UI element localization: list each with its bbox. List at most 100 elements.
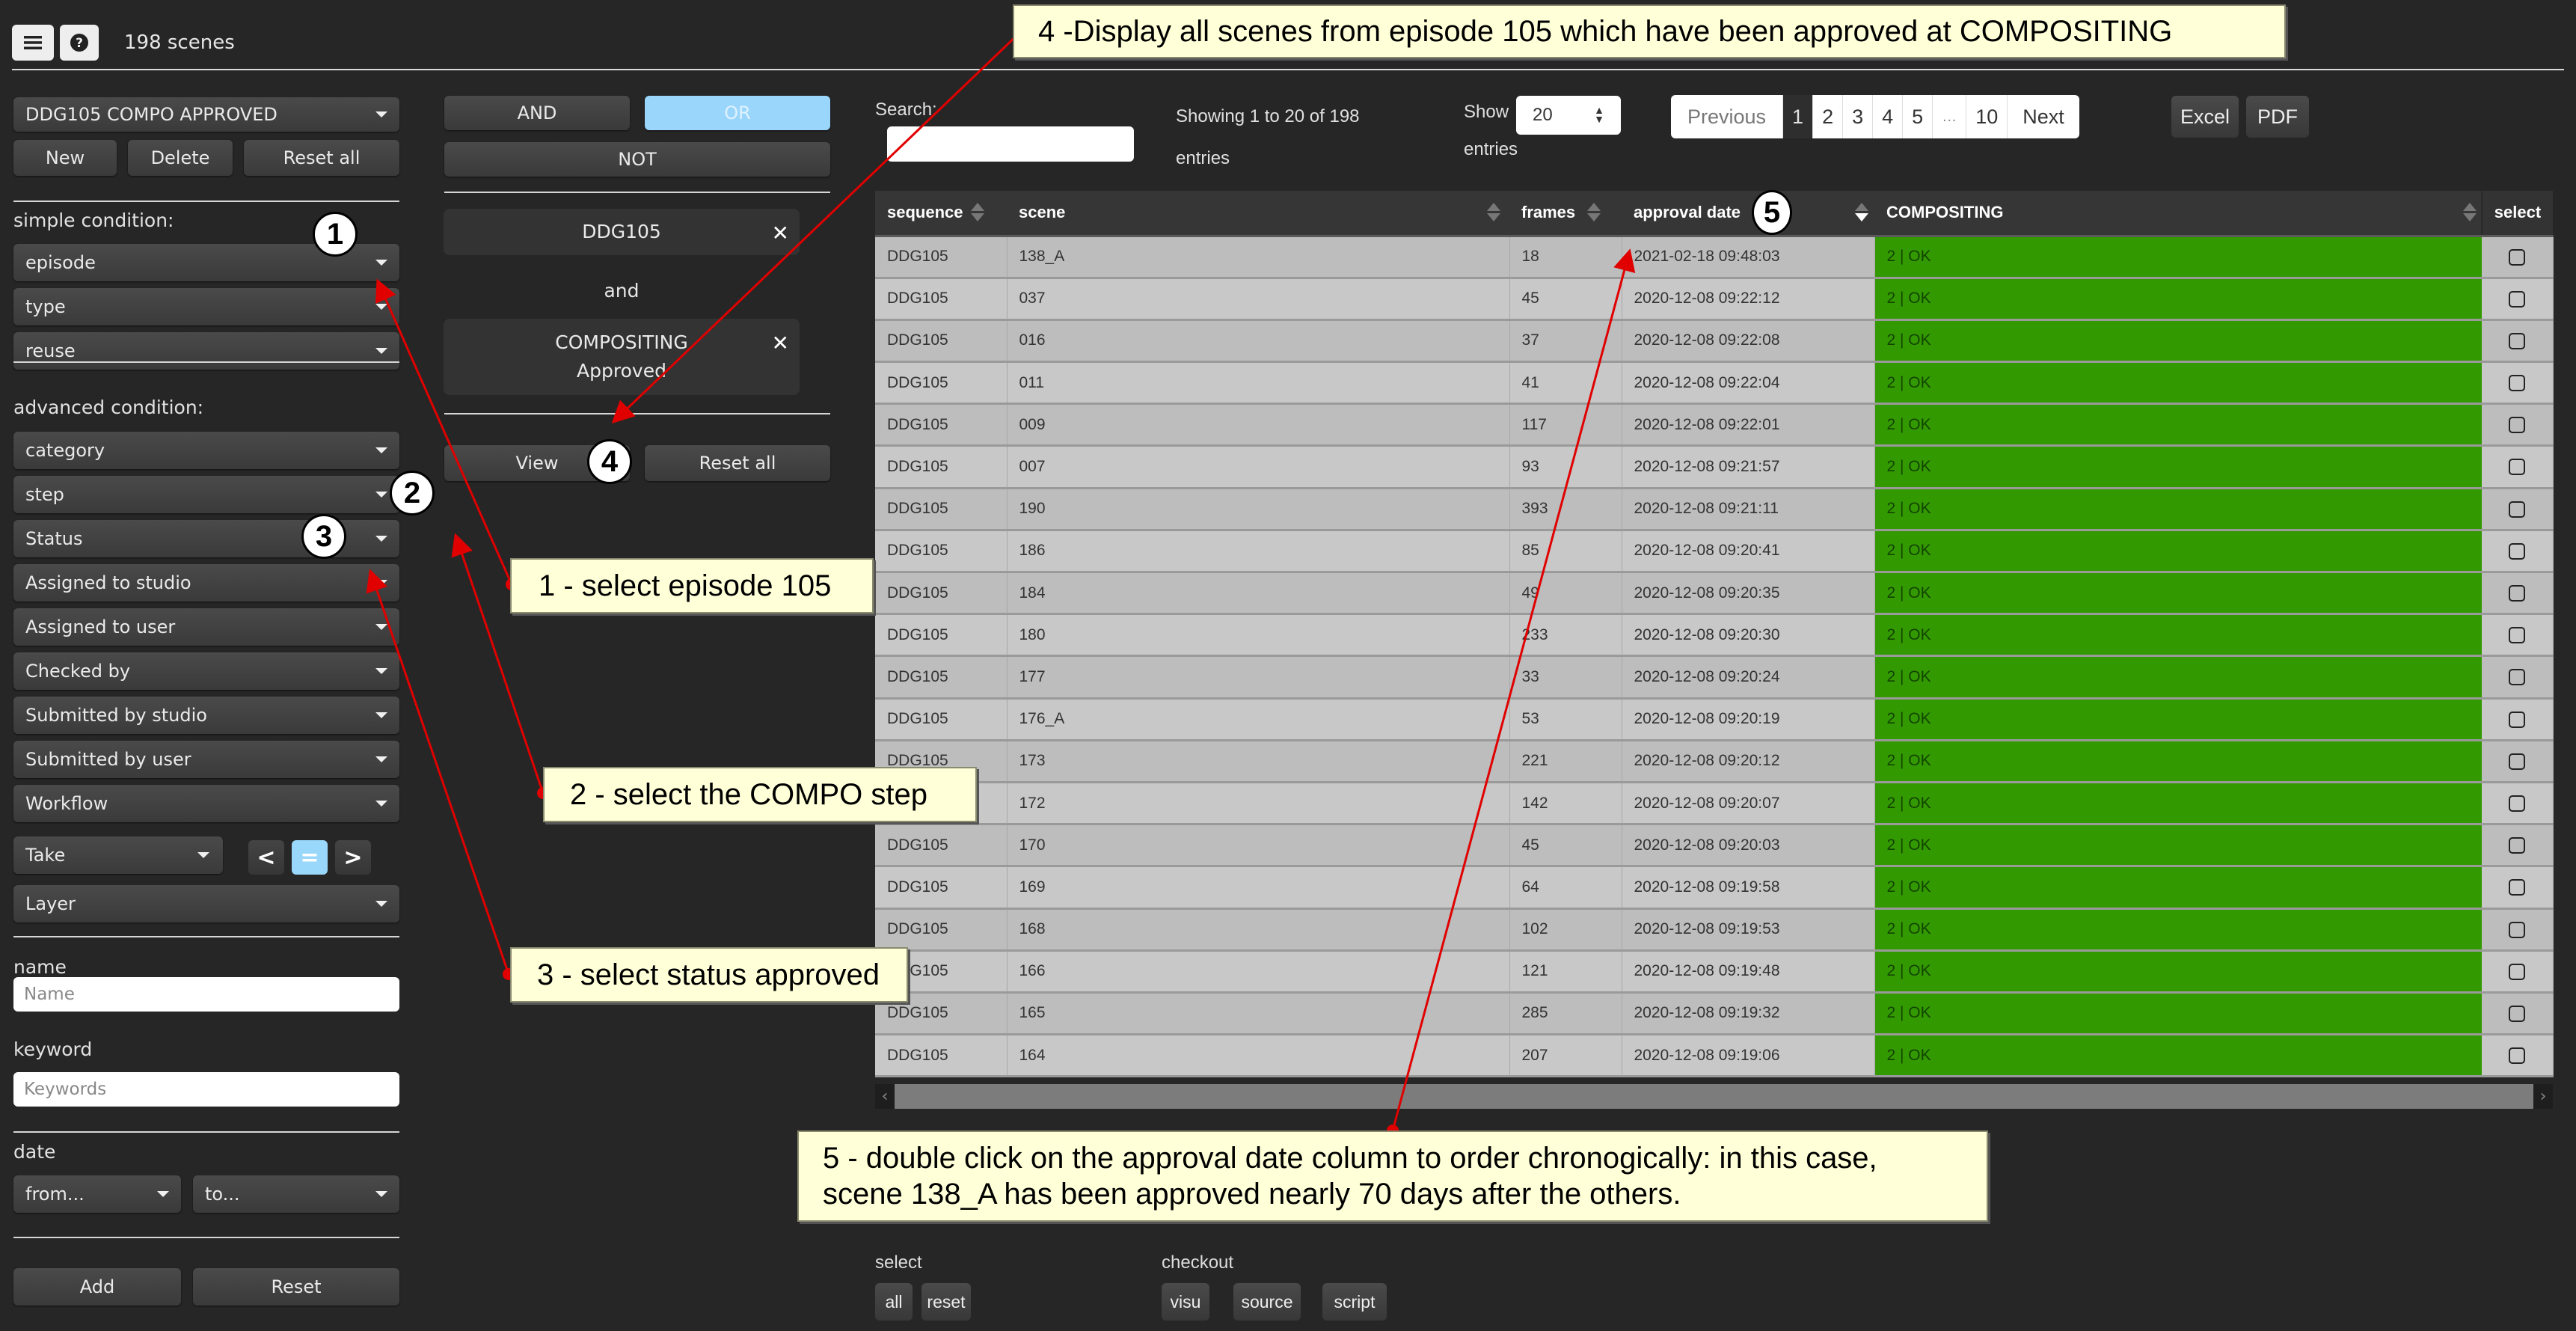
row-select-checkbox[interactable] — [2509, 459, 2526, 476]
horizontal-scrollbar[interactable]: ‹ › — [875, 1084, 2553, 1109]
row-select-checkbox[interactable] — [2509, 248, 2526, 266]
page-size-select[interactable]: 20 ▲ ▼ — [1516, 96, 1621, 135]
column-header-compositing[interactable]: COMPOSITING — [1874, 191, 2482, 237]
page-button[interactable]: … — [1932, 95, 1966, 138]
help-button[interactable]: ? — [60, 25, 99, 61]
date-from-select[interactable]: from... — [13, 1175, 181, 1213]
table-row[interactable]: DDG105 007 93 2020-12-08 09:21:57 2 | OK — [875, 445, 2554, 489]
table-row[interactable]: DDG105 011 41 2020-12-08 09:22:04 2 | OK — [875, 361, 2554, 406]
advanced-condition-select[interactable]: Checked by — [13, 652, 399, 690]
scroll-right-icon[interactable]: › — [2533, 1084, 2553, 1109]
condition-card[interactable]: COMPOSITING Approved ✕ — [444, 319, 800, 395]
table-row[interactable]: DDG105 016 37 2020-12-08 09:22:08 2 | OK — [875, 319, 2554, 364]
add-button[interactable]: Add — [13, 1268, 181, 1306]
table-row[interactable]: DDG105 170 45 2020-12-08 09:20:03 2 | OK — [875, 824, 2554, 868]
row-select-checkbox[interactable] — [2509, 1005, 2526, 1022]
layer-select[interactable]: Layer — [13, 885, 399, 922]
page-button[interactable]: 5 — [1902, 95, 1932, 138]
row-select-checkbox[interactable] — [2509, 542, 2526, 560]
row-select-checkbox[interactable] — [2509, 417, 2526, 434]
row-select-checkbox[interactable] — [2509, 627, 2526, 644]
reset-button[interactable]: Reset — [193, 1268, 399, 1306]
delete-button[interactable]: Delete — [128, 140, 233, 176]
table-row[interactable]: DDG105 166 121 2020-12-08 09:19:48 2 | OK — [875, 950, 2554, 994]
row-select-checkbox[interactable] — [2509, 963, 2526, 980]
row-select-checkbox[interactable] — [2509, 879, 2526, 896]
advanced-condition-select[interactable]: Submitted by user — [13, 741, 399, 778]
table-row[interactable]: DDG105 186 85 2020-12-08 09:20:41 2 | OK — [875, 530, 2554, 574]
table-row[interactable]: DDG105 164 207 2020-12-08 09:19:06 2 | OK — [875, 1034, 2554, 1078]
keyword-input[interactable] — [13, 1072, 399, 1107]
table-row[interactable]: DDG105 176_A 53 2020-12-08 09:20:19 2 | OK — [875, 698, 2554, 741]
reset-all-button[interactable]: Reset all — [244, 140, 399, 176]
checkout-script-button[interactable]: script — [1322, 1283, 1387, 1321]
column-header-frames[interactable]: frames — [1509, 191, 1622, 237]
row-select-checkbox[interactable] — [2509, 669, 2526, 686]
table-row[interactable]: DDG105 037 45 2020-12-08 09:22:12 2 | OK — [875, 278, 2554, 321]
scroll-left-icon[interactable]: ‹ — [875, 1084, 895, 1109]
table-row[interactable]: DDG105 190 393 2020-12-08 09:21:11 2 | OK — [875, 488, 2554, 531]
new-button[interactable]: New — [13, 140, 117, 176]
table-row[interactable]: DDG105 184 49 2020-12-08 09:20:35 2 | OK — [875, 572, 2554, 616]
search-input[interactable] — [887, 126, 1134, 162]
reset-all-conditions-button[interactable]: Reset all — [645, 445, 830, 481]
row-select-checkbox[interactable] — [2509, 921, 2526, 938]
not-button[interactable]: NOT — [444, 142, 830, 177]
excel-export-button[interactable]: Excel — [2171, 96, 2239, 138]
column-header-scene[interactable]: scene — [1007, 191, 1509, 237]
and-button[interactable]: AND — [444, 96, 630, 130]
close-x-icon[interactable]: ✕ — [772, 219, 789, 248]
advanced-condition-select[interactable]: Workflow — [13, 785, 399, 822]
preset-select[interactable]: DDG105 COMPO APPROVED — [13, 97, 399, 132]
row-select-checkbox[interactable] — [2509, 795, 2526, 812]
column-header-approval-date[interactable]: approval date — [1622, 191, 1874, 237]
equals-button[interactable]: = — [292, 840, 328, 875]
next-page-button[interactable]: Next — [2007, 95, 2079, 138]
table-row[interactable]: DDG105 138_A 18 2021-02-18 09:48:03 2 | OK — [875, 236, 2554, 279]
row-select-checkbox[interactable] — [2509, 501, 2526, 518]
advanced-condition-select[interactable]: Submitted by studio — [13, 697, 399, 734]
take-select[interactable]: Take — [13, 836, 223, 874]
table-row[interactable]: DDG105 168 102 2020-12-08 09:19:53 2 | OK — [875, 908, 2554, 952]
page-button[interactable]: 10 — [1966, 95, 2007, 138]
select-all-button[interactable]: all — [875, 1283, 913, 1321]
table-row[interactable]: DDG105 169 64 2020-12-08 09:19:58 2 | OK — [875, 866, 2554, 910]
pdf-export-button[interactable]: PDF — [2246, 96, 2309, 138]
simple-condition-select[interactable]: type — [13, 288, 399, 325]
row-select-checkbox[interactable] — [2509, 753, 2526, 770]
advanced-condition-select[interactable]: step — [13, 476, 399, 513]
page-button[interactable]: 4 — [1872, 95, 1902, 138]
table-row[interactable]: DDG105 180 233 2020-12-08 09:20:30 2 | OK — [875, 614, 2554, 658]
page-button[interactable]: 2 — [1812, 95, 1842, 138]
row-select-checkbox[interactable] — [2509, 375, 2526, 392]
advanced-condition-select[interactable]: Assigned to user — [13, 608, 399, 646]
row-select-checkbox[interactable] — [2509, 332, 2526, 349]
menu-button[interactable] — [12, 25, 54, 61]
checkout-source-button[interactable]: source — [1233, 1283, 1301, 1321]
table-row[interactable]: DDG105 009 117 2020-12-08 09:22:01 2 | OK — [875, 403, 2554, 447]
table-row[interactable]: DDG105 173 221 2020-12-08 09:20:12 2 | OK — [875, 740, 2554, 783]
row-select-checkbox[interactable] — [2509, 1047, 2526, 1065]
or-button[interactable]: OR — [645, 96, 830, 130]
table-row[interactable]: DDG105 165 285 2020-12-08 09:19:32 2 | OK — [875, 992, 2554, 1036]
column-header-sequence[interactable]: sequence — [875, 191, 1007, 237]
row-select-checkbox[interactable] — [2509, 585, 2526, 602]
advanced-condition-select[interactable]: category — [13, 432, 399, 469]
less-than-button[interactable]: < — [248, 840, 284, 875]
page-button[interactable]: 3 — [1842, 95, 1872, 138]
table-row[interactable]: DDG105 177 33 2020-12-08 09:20:24 2 | OK — [875, 655, 2554, 700]
table-row[interactable]: DDG1051721422020-12-08 09:20:072 | OK — [875, 782, 2554, 826]
name-input[interactable] — [13, 977, 399, 1012]
previous-page-button[interactable]: Previous — [1671, 95, 1782, 138]
close-x-icon[interactable]: ✕ — [772, 329, 789, 358]
row-select-checkbox[interactable] — [2509, 290, 2526, 307]
date-to-select[interactable]: to... — [193, 1175, 399, 1213]
checkout-visu-button[interactable]: visu — [1162, 1283, 1209, 1321]
advanced-condition-select[interactable]: Assigned to studio — [13, 564, 399, 602]
select-reset-button[interactable]: reset — [921, 1283, 971, 1321]
page-button[interactable]: 1 — [1782, 95, 1813, 138]
row-select-checkbox[interactable] — [2509, 837, 2526, 854]
row-select-checkbox[interactable] — [2509, 711, 2526, 728]
condition-card[interactable]: DDG105 ✕ — [444, 209, 800, 255]
simple-condition-select[interactable]: reuse — [13, 332, 399, 370]
